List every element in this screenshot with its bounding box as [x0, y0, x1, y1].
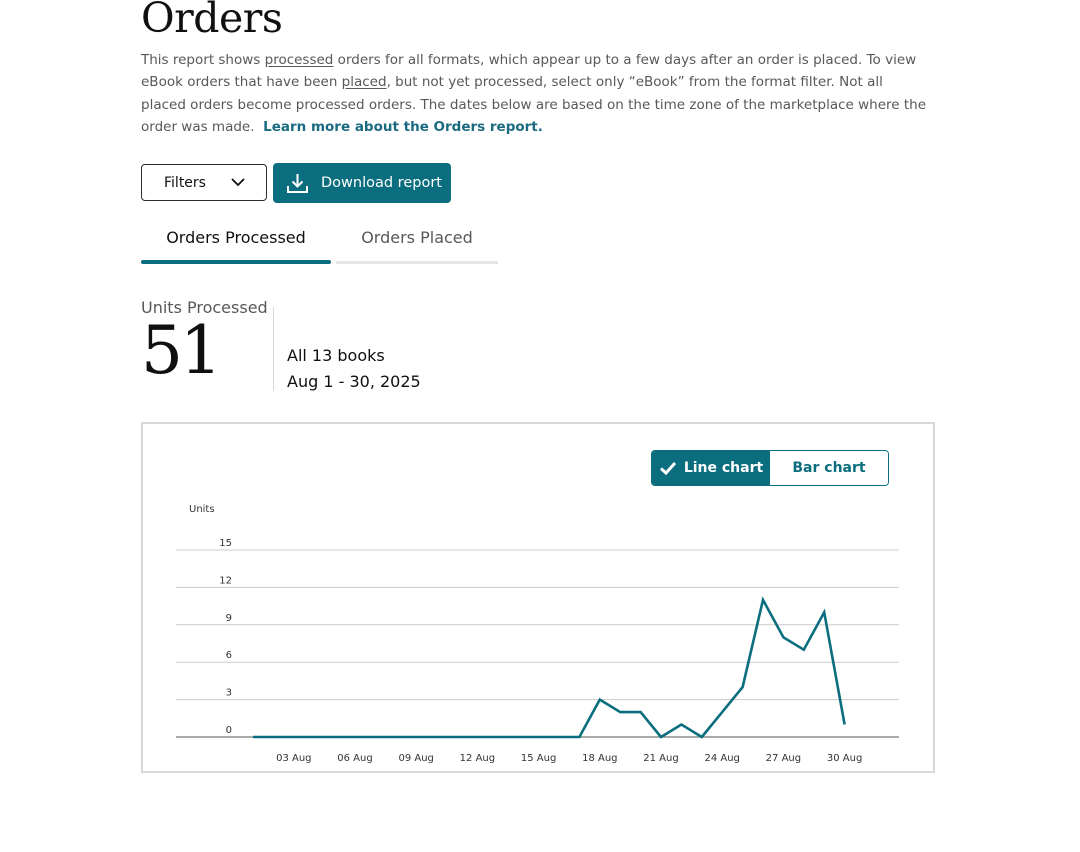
- x-tick-label: 06 Aug: [337, 753, 372, 764]
- x-tick-label: 18 Aug: [582, 753, 617, 764]
- x-tick-label: 21 Aug: [643, 753, 678, 764]
- y-tick-label: 15: [219, 538, 232, 549]
- x-tick-label: 27 Aug: [766, 753, 801, 764]
- x-tick-label: 03 Aug: [276, 753, 311, 764]
- x-tick-label: 12 Aug: [460, 753, 495, 764]
- y-tick-label: 0: [226, 725, 232, 736]
- y-tick-label: 9: [226, 613, 232, 624]
- y-tick-label: 12: [219, 575, 232, 586]
- units-line-chart: Units 0 3 6 9 12 15 03 Aug 06 Aug 09 Aug 12 Aug 15 …: [176, 504, 899, 764]
- x-tick-label: 15 Aug: [521, 753, 556, 764]
- x-tick-label: 24 Aug: [704, 753, 739, 764]
- y-tick-label: 6: [226, 650, 232, 661]
- units-series-line: [253, 596, 846, 739]
- y-tick-label: 3: [226, 688, 232, 699]
- x-tick-label: 30 Aug: [827, 753, 862, 764]
- x-tick-label: 09 Aug: [398, 753, 433, 764]
- y-axis-title: Units: [189, 504, 215, 515]
